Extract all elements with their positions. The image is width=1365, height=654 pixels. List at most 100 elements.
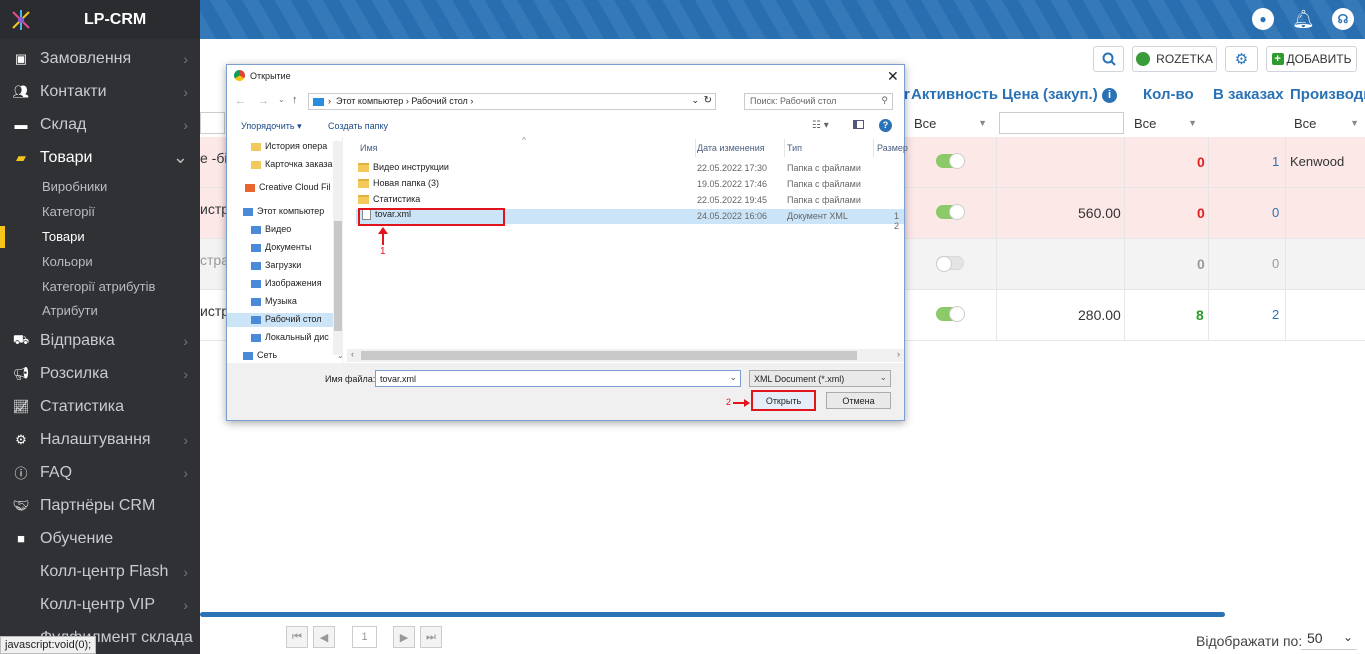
col-date[interactable]: Дата изменения <box>697 143 765 153</box>
organize-label: Упорядочить <box>241 121 295 131</box>
sidebar-item-1[interactable]: 👥︎ Контакти › <box>0 75 200 108</box>
horizontal-scrollbar[interactable] <box>200 612 1225 617</box>
cancel-button[interactable]: Отмена <box>826 392 891 409</box>
refresh-icon[interactable]: ↻ <box>704 95 712 106</box>
header-qty[interactable]: Кол-во <box>1143 86 1194 103</box>
files-hscrollbar[interactable]: ‹ › <box>347 349 904 362</box>
per-page-select[interactable]: 50 ⌄ <box>1301 630 1357 650</box>
sidebar-item-12[interactable]: Колл-центр VIP › <box>0 588 200 621</box>
sidebar-subitem[interactable]: Товари <box>42 229 85 244</box>
qty-value: 0 <box>1197 154 1205 170</box>
settings-button[interactable]: ⚙ <box>1225 46 1258 72</box>
orders-value[interactable]: 0 <box>1272 256 1279 271</box>
sidebar-subitem[interactable]: Категорії <box>42 204 95 219</box>
col-name[interactable]: Имя <box>360 143 378 153</box>
tree-item[interactable]: Карточка заказа <box>251 159 333 169</box>
dialog-search-input[interactable]: Поиск: Рабочий стол ⚲ <box>744 93 893 110</box>
file-row[interactable]: Новая папка (3) 19.05.2022 17:46 Папка с… <box>358 178 903 193</box>
sidebar-item-2[interactable]: ▬ Склад › <box>0 108 200 141</box>
sidebar-item-5[interactable]: 📢︎ Розсилка › <box>0 357 200 390</box>
header-active[interactable]: Активность <box>911 86 998 103</box>
tree-item[interactable]: История опера <box>251 141 327 151</box>
organize-button[interactable]: Упорядочить ▾ <box>241 121 302 132</box>
back-icon[interactable]: ← <box>235 95 246 107</box>
active-toggle[interactable] <box>936 153 965 169</box>
tree-item[interactable]: Этот компьютер <box>243 206 324 216</box>
active-toggle[interactable] <box>936 306 965 322</box>
orders-value[interactable]: 1 <box>1272 154 1279 169</box>
filename-input[interactable]: tovar.xml ⌄ <box>375 370 741 387</box>
orders-value[interactable]: 0 <box>1272 205 1279 220</box>
info-icon[interactable]: i <box>1102 88 1117 103</box>
filter-active[interactable]: Все ▼ <box>908 112 993 134</box>
sidebar-item-10[interactable]: ■ Обучение <box>0 522 200 555</box>
tree-item[interactable]: Изображения <box>251 278 322 288</box>
chevron-down-icon[interactable]: ⌄ <box>691 95 699 106</box>
up-icon[interactable]: ↑ <box>292 94 298 106</box>
sidebar-item-label: Контакти <box>40 82 107 100</box>
next-page-button[interactable]: ▶ <box>393 626 415 648</box>
tree-item[interactable]: Загрузки <box>251 260 301 270</box>
tree-item[interactable]: Видео <box>251 224 291 234</box>
first-page-button[interactable]: ⏮ <box>286 626 308 648</box>
col-size[interactable]: Размер <box>877 143 908 153</box>
sidebar-subitem[interactable]: Категорії атрибутів <box>42 279 155 294</box>
view-icon[interactable]: ☷ ▾ <box>812 120 829 131</box>
chevron-right-icon: › <box>183 596 188 613</box>
sidebar-item-11[interactable]: Колл-центр Flash › <box>0 555 200 588</box>
forward-icon[interactable]: → <box>258 95 269 107</box>
support-icon[interactable]: ☊ <box>1332 8 1354 30</box>
header-orders[interactable]: В заказах <box>1213 86 1284 103</box>
header-maker[interactable]: Производи <box>1290 86 1365 103</box>
new-folder-button[interactable]: Создать папку <box>328 121 388 131</box>
filetype-select[interactable]: XML Document (*.xml) ⌄ <box>749 370 891 387</box>
filter-maker[interactable]: Все ▼ <box>1288 112 1365 134</box>
sidebar-item-8[interactable]: ⓘ FAQ › <box>0 456 200 489</box>
chevron-down-icon[interactable]: ⌄ <box>278 95 285 104</box>
orders-value[interactable]: 2 <box>1272 307 1279 322</box>
sidebar-subitem[interactable]: Кольори <box>42 254 93 269</box>
bell-icon[interactable]: 🔔︎ <box>1292 8 1315 30</box>
path-pc[interactable]: Этот компьютер <box>336 96 403 106</box>
address-bar[interactable]: › Этот компьютер › Рабочий стол › ⌄ ↻ <box>308 93 716 110</box>
close-icon[interactable]: ✕ <box>887 68 899 85</box>
preview-pane-icon[interactable] <box>853 120 864 129</box>
tree-item[interactable]: Локальный дис <box>251 332 329 342</box>
tree-scrollbar[interactable] <box>333 141 343 355</box>
chevron-down-icon[interactable]: ⌄ <box>337 351 344 360</box>
user-icon[interactable]: ● <box>1252 8 1274 30</box>
prev-page-button[interactable]: ◀ <box>313 626 335 648</box>
active-toggle[interactable] <box>936 204 965 220</box>
rozetka-button[interactable]: ROZETKA <box>1132 46 1217 72</box>
path-desktop[interactable]: Рабочий стол <box>411 96 468 106</box>
tree-item-label: Карточка заказа <box>265 159 333 169</box>
tree-item[interactable]: Рабочий стол <box>251 314 322 324</box>
search-button[interactable] <box>1093 46 1124 72</box>
header-price[interactable]: Цена (закуп.) <box>1002 86 1098 103</box>
sidebar-subitem[interactable]: Атрибути <box>42 303 98 318</box>
add-button[interactable]: + ДОБАВИТЬ <box>1266 46 1357 72</box>
last-page-button[interactable]: ⏭ <box>420 626 442 648</box>
file-row[interactable]: Видео инструкции 22.05.2022 17:30 Папка … <box>358 162 903 177</box>
sidebar-item-9[interactable]: 🤝︎ Партнёры CRM <box>0 489 200 522</box>
file-row[interactable]: Статистика 22.05.2022 19:45 Папка с файл… <box>358 194 903 209</box>
tree-item[interactable]: Сеть <box>243 350 277 360</box>
tree-item[interactable]: Музыка <box>251 296 297 306</box>
tree-item[interactable]: Creative Cloud Fil <box>245 182 331 192</box>
sidebar-item-4[interactable]: ⛟ Відправка › <box>0 324 200 357</box>
filter-name[interactable] <box>200 112 225 134</box>
col-type[interactable]: Тип <box>787 143 802 153</box>
tree-item[interactable]: Документы <box>251 242 311 252</box>
sidebar-subitem[interactable]: Виробники <box>42 179 107 194</box>
sidebar-item-3[interactable]: ▰ Товари ⌄ <box>0 141 200 174</box>
filter-qty[interactable]: Все ▼ <box>1128 112 1203 134</box>
open-button[interactable]: Открыть <box>751 390 816 411</box>
filter-price[interactable] <box>999 112 1124 134</box>
page-number[interactable]: 1 <box>352 626 377 648</box>
sidebar-item-7[interactable]: ⚙ Налаштування › <box>0 423 200 456</box>
open-file-dialog[interactable]: Открытие ✕ ← → ⌄ ↑ › Этот компьютер › Ра… <box>226 64 908 421</box>
sidebar-item-6[interactable]: 📈︎ Статистика <box>0 390 200 423</box>
sidebar-item-0[interactable]: ▣ Замовлення › <box>0 42 200 75</box>
help-icon[interactable]: ? <box>879 119 892 132</box>
active-toggle[interactable] <box>936 256 964 272</box>
